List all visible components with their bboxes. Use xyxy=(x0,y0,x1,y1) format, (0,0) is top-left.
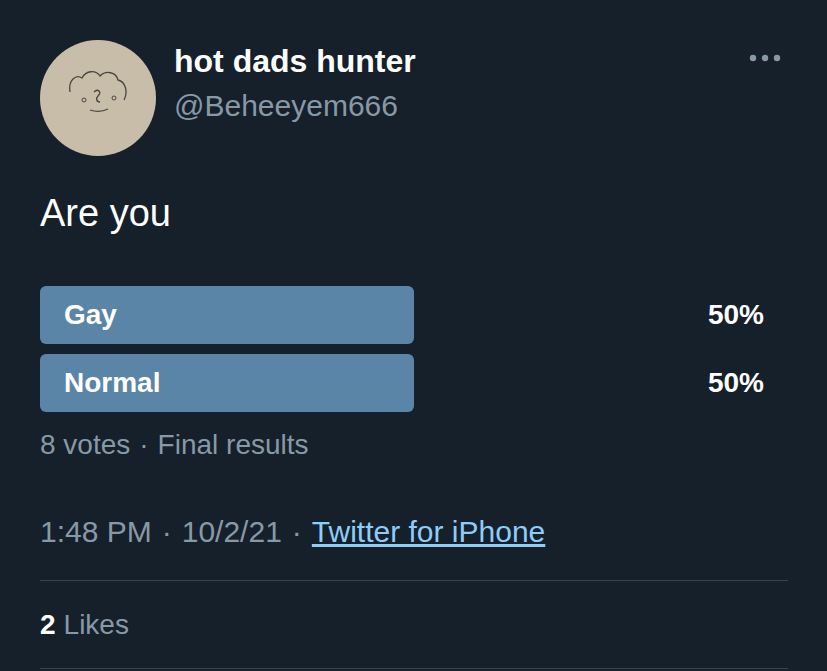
poll: Gay 50% Normal 50% xyxy=(40,286,787,412)
separator: · xyxy=(162,514,172,550)
poll-info: 8 votes · Final results xyxy=(40,428,787,462)
likes-label: Likes xyxy=(64,608,129,642)
poll-option-percent: 50% xyxy=(708,299,764,331)
poll-option: Gay 50% xyxy=(40,286,787,344)
divider xyxy=(40,580,788,581)
separator: · xyxy=(292,514,302,550)
tweet-date[interactable]: 10/2/21 xyxy=(182,514,282,550)
user-info: hot dads hunter @Beheeyem666 xyxy=(174,40,729,124)
poll-status: Final results xyxy=(158,428,309,462)
likes-row[interactable]: 2Likes xyxy=(40,581,787,668)
user-name[interactable]: hot dads hunter xyxy=(174,42,729,80)
more-icon[interactable] xyxy=(747,52,783,64)
tweet-text: Are you xyxy=(40,190,787,236)
divider xyxy=(40,668,788,669)
poll-option-percent: 50% xyxy=(708,367,764,399)
likes-count: 2 xyxy=(40,608,56,642)
separator: · xyxy=(139,428,148,462)
source-link[interactable]: Twitter for iPhone xyxy=(312,514,545,550)
poll-option-label: Normal xyxy=(64,367,160,399)
tweet-header: hot dads hunter @Beheeyem666 xyxy=(40,40,787,156)
poll-option: Normal 50% xyxy=(40,354,787,412)
poll-option-label: Gay xyxy=(64,299,117,331)
avatar-icon[interactable] xyxy=(40,40,156,156)
tweet-page: hot dads hunter @Beheeyem666 Are you Gay 50%… xyxy=(0,0,827,671)
user-handle[interactable]: @Beheeyem666 xyxy=(174,88,729,124)
poll-votes: 8 votes xyxy=(40,428,130,462)
tweet-meta: 1:48 PM · 10/2/21 · Twitter for iPhone xyxy=(40,514,787,550)
tweet-time[interactable]: 1:48 PM xyxy=(40,514,152,550)
